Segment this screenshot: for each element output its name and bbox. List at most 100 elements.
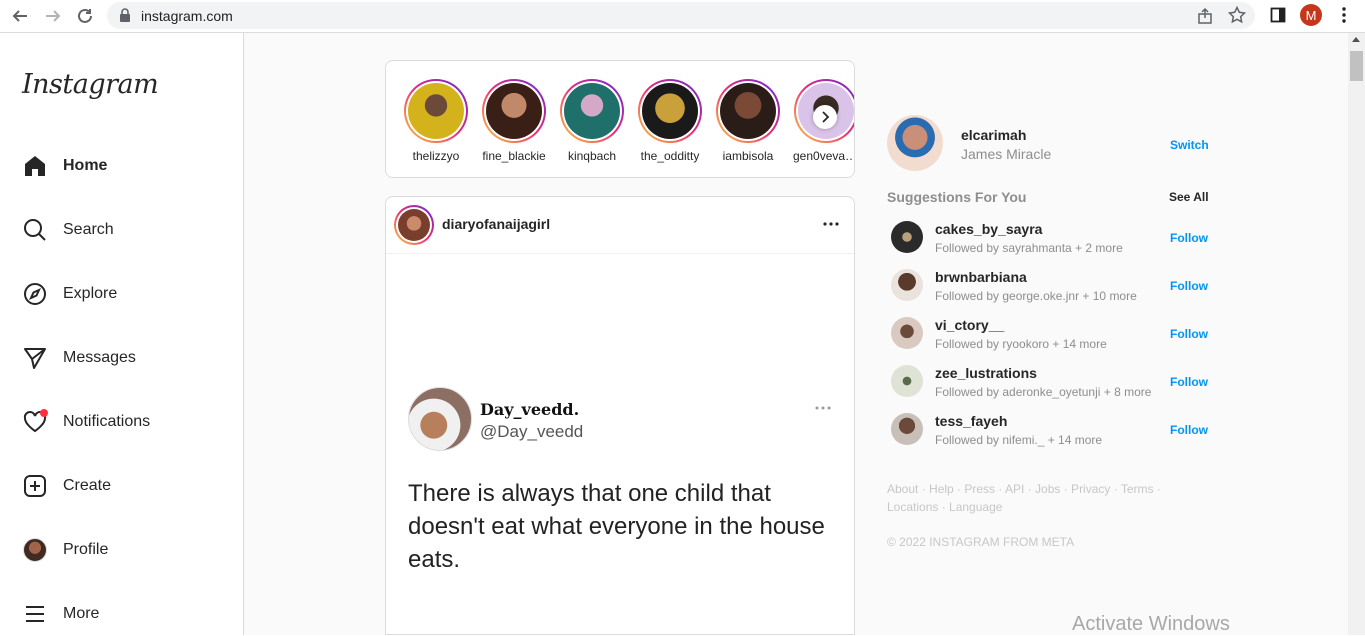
current-user-fullname: James Miracle <box>961 146 1052 162</box>
suggestion-item: vi_ctory__ Followed by ryookoro + 14 mor… <box>891 317 1211 351</box>
browser-toolbar: instagram.com M <box>0 0 1365 33</box>
story-ring <box>482 79 546 143</box>
suggestion-item: cakes_by_sayra Followed by sayrahmanta +… <box>891 221 1211 255</box>
back-button[interactable] <box>9 5 31 27</box>
story-item[interactable]: thelizzyo <box>403 79 469 163</box>
nav-profile[interactable]: Profile <box>22 536 108 564</box>
nav-explore[interactable]: Explore <box>22 280 117 308</box>
tweet-text: There is always that one child that does… <box>408 480 825 573</box>
story-username: thelizzyo <box>412 149 460 163</box>
nav-messages[interactable]: Messages <box>22 344 136 372</box>
suggestion-avatar[interactable] <box>891 365 923 397</box>
browser-profile-avatar[interactable]: M <box>1300 4 1322 26</box>
story-username: the_odditty <box>640 149 700 163</box>
reload-button[interactable] <box>74 5 96 27</box>
activate-windows-watermark: Activate Windows <box>1072 613 1230 635</box>
share-icon[interactable] <box>1197 7 1215 25</box>
heart-icon <box>22 409 48 435</box>
story-item[interactable]: kinqbach <box>559 79 625 163</box>
scrollbar-thumb[interactable] <box>1350 51 1363 81</box>
nav-profile-label: Profile <box>63 541 109 558</box>
browser-menu-icon[interactable] <box>1336 6 1352 24</box>
lock-icon <box>120 8 130 22</box>
suggestion-followed-by: Followed by nifemi._ + 14 more <box>935 433 1103 447</box>
story-item[interactable]: the_odditty <box>637 79 703 163</box>
follow-button[interactable]: Follow <box>1170 423 1208 437</box>
footer-links[interactable]: About · Help · Press · API · Jobs · Priv… <box>887 480 1207 516</box>
nav-create[interactable]: Create <box>22 472 111 500</box>
nav-home-label: Home <box>63 157 108 174</box>
tweet-author-name: Day_veedd. <box>480 400 580 419</box>
send-icon <box>22 345 48 371</box>
post-author-username[interactable]: diaryofanaijagirl <box>442 216 550 232</box>
story-username: iambisola <box>722 149 774 163</box>
scroll-up-arrow[interactable] <box>1352 37 1360 42</box>
address-bar[interactable]: instagram.com <box>107 2 1255 29</box>
nav-notifications[interactable]: Notifications <box>22 408 150 436</box>
arrow-left-icon <box>12 10 27 22</box>
nav-more[interactable]: More <box>22 600 99 628</box>
follow-button[interactable]: Follow <box>1170 279 1208 293</box>
post-author-avatar[interactable] <box>394 205 434 245</box>
stories-next-button[interactable] <box>813 105 837 129</box>
story-username: gen0vevau... <box>793 149 855 163</box>
profile-icon <box>22 537 48 563</box>
arrow-right-icon <box>46 10 61 22</box>
story-ring <box>404 79 468 143</box>
suggestion-username[interactable]: zee_lustrations <box>935 365 1037 381</box>
suggestion-followed-by: Followed by george.oke.jnr + 10 more <box>935 289 1137 303</box>
notification-dot <box>40 409 48 417</box>
more-options-icon[interactable] <box>822 215 840 233</box>
tweet-more-icon <box>815 406 831 410</box>
stories-tray: thelizzyo fine_blackie kinqbach the_oddi… <box>385 60 855 178</box>
reload-icon <box>78 8 92 23</box>
search-icon <box>22 217 48 243</box>
story-avatar <box>486 83 542 139</box>
suggestion-avatar[interactable] <box>891 413 923 445</box>
suggestion-avatar[interactable] <box>891 221 923 253</box>
suggestion-username[interactable]: cakes_by_sayra <box>935 221 1042 237</box>
follow-button[interactable]: Follow <box>1170 327 1208 341</box>
tweet-author-handle: @Day_veedd <box>480 422 584 441</box>
story-username: fine_blackie <box>482 149 546 163</box>
forward-button[interactable] <box>42 5 64 27</box>
nav-search-label: Search <box>63 221 114 238</box>
avatar <box>23 538 47 562</box>
suggestion-followed-by: Followed by aderonke_oyetunji + 8 more <box>935 385 1152 399</box>
plus-square-icon <box>22 473 48 499</box>
bookmark-star-icon[interactable] <box>1228 6 1246 24</box>
home-icon <box>22 153 48 179</box>
suggestion-item: brwnbarbiana Followed by george.oke.jnr … <box>891 269 1211 303</box>
current-user-avatar[interactable] <box>887 115 943 171</box>
story-username: kinqbach <box>567 149 617 163</box>
tweet-author-avatar <box>408 387 472 451</box>
see-all-link[interactable]: See All <box>1169 190 1209 204</box>
story-avatar <box>642 83 698 139</box>
nav-home[interactable]: Home <box>22 152 107 180</box>
current-user-username[interactable]: elcarimah <box>961 127 1026 143</box>
instagram-logo[interactable]: Instagram <box>22 69 159 100</box>
suggestion-avatar[interactable] <box>891 269 923 301</box>
suggestion-item: zee_lustrations Followed by aderonke_oye… <box>891 365 1211 399</box>
suggestion-item: tess_fayeh Followed by nifemi._ + 14 mor… <box>891 413 1211 447</box>
nav-search[interactable]: Search <box>22 216 114 244</box>
story-item[interactable]: fine_blackie <box>481 79 547 163</box>
nav-create-label: Create <box>63 477 112 494</box>
nav-explore-label: Explore <box>63 285 118 302</box>
url-text: instagram.com <box>141 8 233 24</box>
page-scrollbar[interactable] <box>1348 33 1365 635</box>
hamburger-icon <box>22 601 48 627</box>
suggestion-username[interactable]: brwnbarbiana <box>935 269 1027 285</box>
follow-button[interactable]: Follow <box>1170 375 1208 389</box>
suggestion-username[interactable]: vi_ctory__ <box>935 317 1004 333</box>
side-panel-icon[interactable] <box>1270 7 1286 23</box>
post-header: diaryofanaijagirl <box>386 197 854 254</box>
suggestion-username[interactable]: tess_fayeh <box>935 413 1007 429</box>
follow-button[interactable]: Follow <box>1170 231 1208 245</box>
nav-notifications-label: Notifications <box>63 413 151 430</box>
suggestion-avatar[interactable] <box>891 317 923 349</box>
story-item[interactable]: iambisola <box>715 79 781 163</box>
story-ring <box>560 79 624 143</box>
switch-account-button[interactable]: Switch <box>1170 138 1209 152</box>
left-sidebar: Instagram Home Search Explore Messages N… <box>0 33 244 635</box>
